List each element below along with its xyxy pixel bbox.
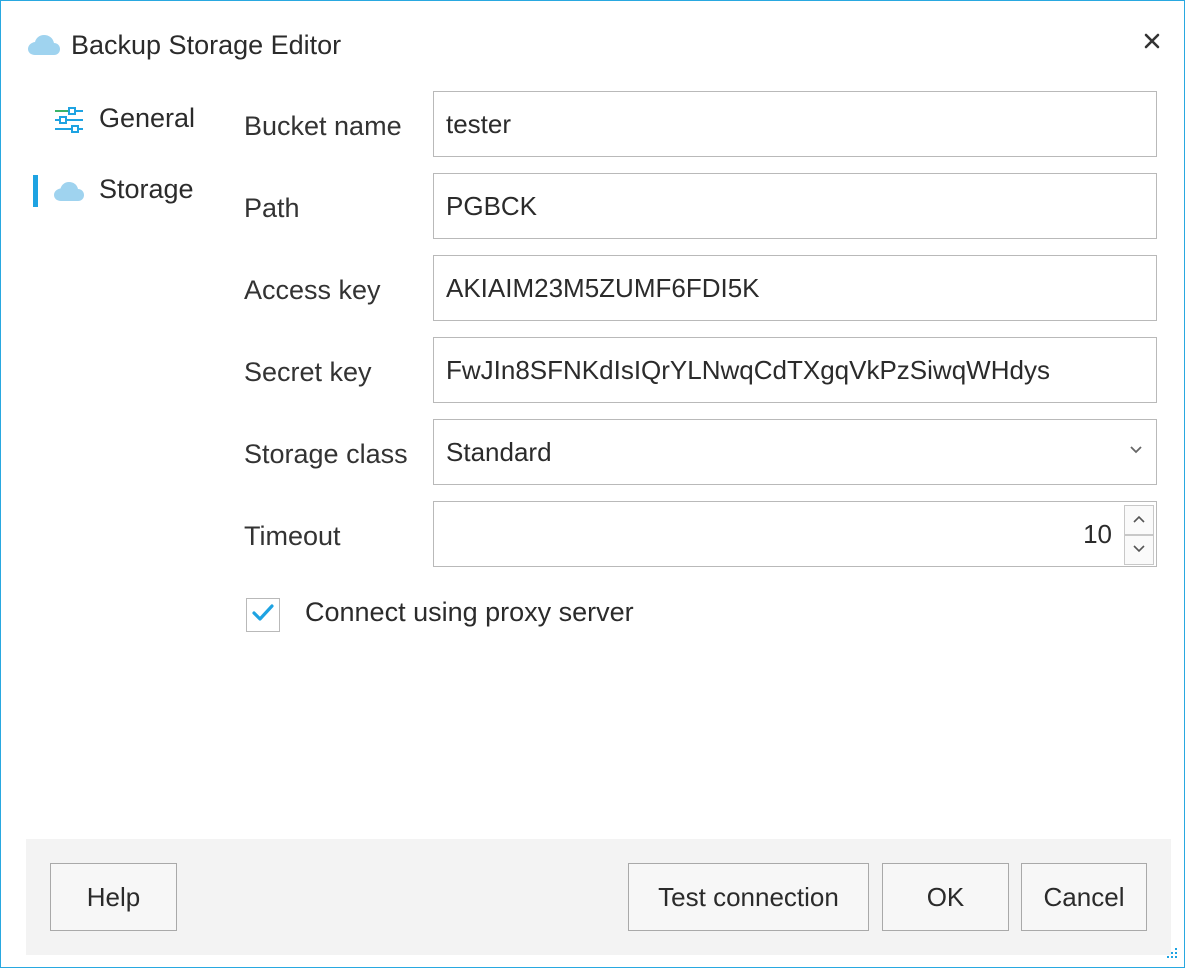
resize-grip-icon[interactable] <box>1164 947 1178 961</box>
chevron-up-icon <box>1132 511 1146 529</box>
path-label: Path <box>244 193 300 223</box>
help-button[interactable]: Help <box>50 863 177 931</box>
bucket-name-input[interactable] <box>433 91 1157 157</box>
test-connection-button[interactable]: Test connection <box>628 863 869 931</box>
access-key-label: Access key <box>244 275 381 305</box>
path-input[interactable] <box>433 173 1157 239</box>
proxy-checkbox-label[interactable]: Connect using proxy server <box>305 595 634 629</box>
secret-key-label: Secret key <box>244 357 372 387</box>
sidebar-item-general[interactable]: General <box>1 98 221 148</box>
increment-button[interactable] <box>1124 505 1154 535</box>
sliders-icon <box>53 106 85 134</box>
sidebar-item-label: Storage <box>99 174 194 204</box>
selected-indicator <box>33 175 38 207</box>
backup-storage-editor-window: Backup Storage Editor General Storage Bu… <box>0 0 1185 968</box>
access-key-input[interactable] <box>433 255 1157 321</box>
close-icon <box>1143 32 1161 55</box>
window-title: Backup Storage Editor <box>71 30 342 60</box>
cloud-icon <box>53 177 85 205</box>
sidebar-item-label: General <box>99 103 196 133</box>
ok-button[interactable]: OK <box>882 863 1009 931</box>
storage-class-value: Standard <box>446 437 552 467</box>
proxy-checkbox[interactable] <box>246 598 280 632</box>
sidebar-item-storage[interactable]: Storage <box>1 169 221 219</box>
timeout-value: 10 <box>1083 519 1112 549</box>
storage-class-label: Storage class <box>244 439 408 469</box>
decrement-button[interactable] <box>1124 535 1154 565</box>
title-bar: Backup Storage Editor <box>1 1 1184 89</box>
cancel-button[interactable]: Cancel <box>1021 863 1147 931</box>
storage-class-select[interactable]: Standard <box>433 419 1157 485</box>
cloud-icon <box>27 34 61 56</box>
close-button[interactable] <box>1134 23 1170 63</box>
secret-key-input[interactable] <box>433 337 1157 403</box>
bucket-name-label: Bucket name <box>244 111 402 141</box>
checkmark-icon <box>252 603 274 627</box>
chevron-down-icon <box>1128 442 1144 458</box>
timeout-spinner[interactable]: 10 <box>433 501 1157 567</box>
timeout-label: Timeout <box>244 521 341 551</box>
chevron-down-icon <box>1132 541 1146 559</box>
